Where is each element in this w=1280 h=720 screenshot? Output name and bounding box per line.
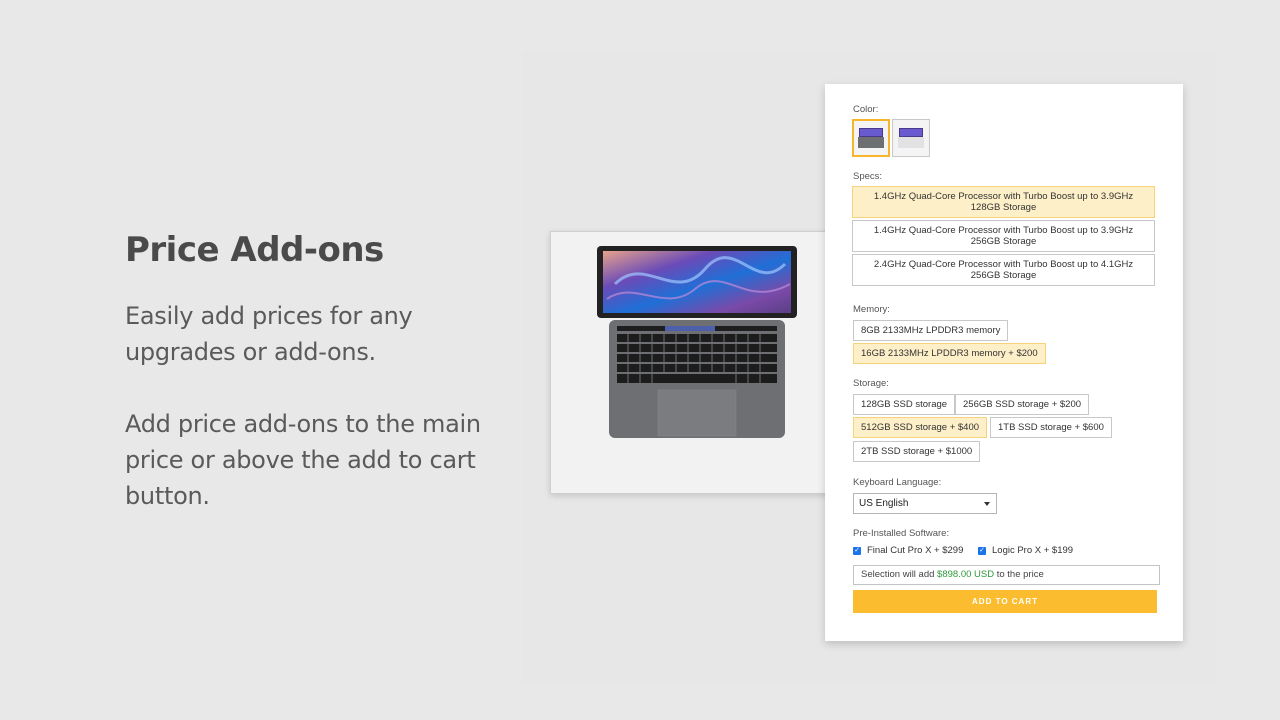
spec-processor: 1.4GHz Quad-Core Processor with Turbo Bo… [873,191,1134,202]
silver-laptop-icon [898,128,924,148]
memory-option-8gb[interactable]: 8GB 2133MHz LPDDR3 memory [853,320,1009,341]
storage-option-2tb[interactable]: 2TB SSD storage + $1000 [853,441,981,462]
feature-description-2: Add price add-ons to the main price or a… [125,410,481,510]
software-option-logic-pro[interactable]: ✓ Logic Pro X + $199 [978,545,1073,556]
color-swatch-silver[interactable] [892,119,930,157]
specs-label: Specs: [853,171,883,182]
memory-option-16gb[interactable]: 16GB 2133MHz LPDDR3 memory + $200 [853,343,1046,364]
keyboard-language-select[interactable]: US English [853,493,997,514]
software-option-label: Logic Pro X + $199 [992,545,1074,556]
spec-option[interactable]: 2.4GHz Quad-Core Processor with Turbo Bo… [852,254,1155,286]
color-swatch-space-gray[interactable] [852,119,890,157]
software-option-label: Final Cut Pro X + $299 [867,545,964,556]
spec-option[interactable]: 1.4GHz Quad-Core Processor with Turbo Bo… [852,220,1155,252]
storage-option-256gb[interactable]: 256GB SSD storage + $200 [955,394,1090,415]
product-image-card [550,231,838,494]
spec-storage: 256GB Storage [970,270,1037,281]
storage-label: Storage: [853,378,889,389]
checkbox-checked-icon[interactable]: ✓ [853,546,861,555]
feature-title: Price Add-ons [125,230,384,270]
keyboard-language-label: Keyboard Language: [853,477,942,488]
spec-storage: 256GB Storage [970,236,1037,247]
storage-option-512gb[interactable]: 512GB SSD storage + $400 [853,417,988,438]
storage-option-128gb[interactable]: 128GB SSD storage [853,394,956,415]
spec-processor: 1.4GHz Quad-Core Processor with Turbo Bo… [873,225,1134,236]
keyboard-language-value: US English [859,498,909,509]
chevron-down-icon [984,502,990,506]
spec-processor: 2.4GHz Quad-Core Processor with Turbo Bo… [873,259,1134,270]
summary-suffix: to the price [994,569,1044,580]
product-options-panel: Color: Specs: 1.4GHz Quad-Core Processor… [825,84,1183,641]
software-option-final-cut[interactable]: ✓ Final Cut Pro X + $299 [853,545,963,556]
space-gray-laptop-icon [858,128,884,148]
add-to-cart-button[interactable]: ADD TO CART [853,590,1157,613]
spec-option[interactable]: 1.4GHz Quad-Core Processor with Turbo Bo… [852,186,1155,218]
storage-option-1tb[interactable]: 1TB SSD storage + $600 [990,417,1112,438]
checkbox-checked-icon[interactable]: ✓ [978,546,986,555]
color-label: Color: [853,104,879,115]
summary-prefix: Selection will add [861,569,938,580]
feature-description-1: Easily add prices for any upgrades or ad… [125,302,413,366]
spec-storage: 128GB Storage [970,202,1037,213]
price-addon-summary: Selection will add $898.00 USD to the pr… [853,565,1160,585]
memory-label: Memory: [853,304,890,315]
software-label: Pre-Installed Software: [853,528,950,539]
laptop-image [597,246,797,438]
addon-total-amount: $898.00 USD [937,569,995,580]
feature-copy: Price Add-ons Easily add prices for any … [125,228,515,514]
